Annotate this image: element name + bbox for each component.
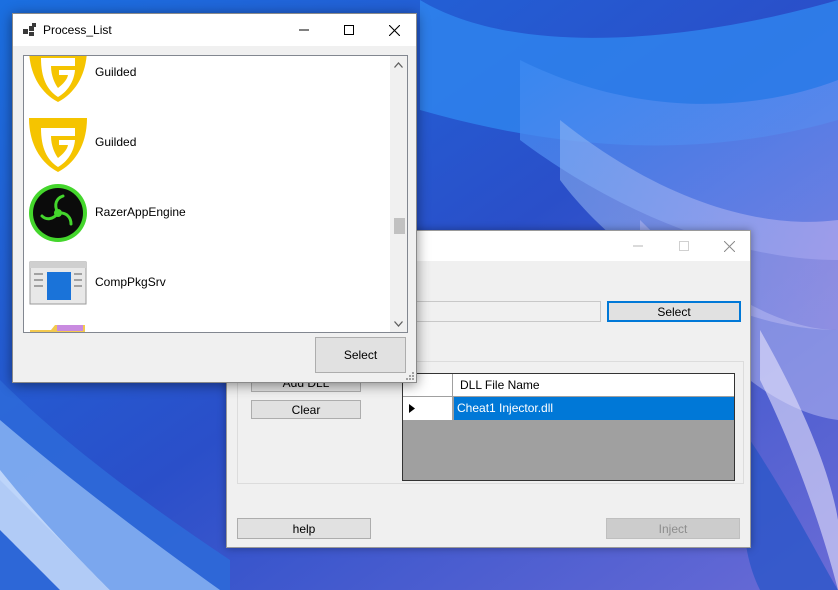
- close-button[interactable]: [706, 231, 752, 261]
- minimize-button[interactable]: [615, 231, 661, 261]
- process-path-textbox[interactable]: [413, 301, 601, 322]
- list-item[interactable]: RazerAppEngine: [24, 177, 388, 247]
- minimize-button[interactable]: [281, 14, 327, 46]
- process-list-title-bar: Process_List: [13, 14, 416, 46]
- vertical-scrollbar[interactable]: [390, 56, 407, 332]
- help-button[interactable]: help: [237, 518, 371, 539]
- app-window-icon: [23, 23, 36, 36]
- maximize-button[interactable]: [661, 231, 707, 261]
- guilded-icon: [29, 56, 87, 102]
- chevron-down-icon: [394, 320, 403, 327]
- maximize-icon: [344, 25, 354, 35]
- dll-grid[interactable]: DLL File Name Cheat1 Injector.dll: [402, 373, 735, 481]
- maximize-icon: [679, 241, 689, 251]
- list-item[interactable]: [24, 317, 388, 332]
- process-name: Guilded: [95, 135, 137, 149]
- current-row-arrow-icon: [409, 404, 415, 413]
- grid-column-header[interactable]: DLL File Name: [460, 378, 540, 392]
- chevron-up-icon: [394, 61, 403, 68]
- window-title: Process_List: [43, 23, 112, 37]
- scroll-thumb[interactable]: [394, 218, 405, 234]
- select-button[interactable]: Select: [315, 337, 406, 373]
- close-button[interactable]: [371, 14, 417, 46]
- inject-button[interactable]: Inject: [606, 518, 740, 539]
- scroll-down-button[interactable]: [390, 315, 407, 332]
- maximize-button[interactable]: [326, 14, 372, 46]
- close-icon: [388, 24, 400, 36]
- process-listbox[interactable]: Guilded Guilded RazerAppEngine CompPkgSr…: [23, 55, 408, 333]
- process-name: CompPkgSrv: [95, 275, 166, 289]
- scroll-up-button[interactable]: [390, 56, 407, 73]
- minimize-icon: [633, 245, 643, 247]
- close-icon: [723, 240, 735, 252]
- process-list-window: Process_List Guilded Guilded RazerAppEng…: [12, 13, 417, 383]
- list-item[interactable]: Guilded: [24, 107, 388, 177]
- process-name: Guilded: [95, 65, 137, 79]
- razer-icon: [29, 184, 87, 242]
- window-app-icon: [29, 261, 87, 305]
- guilded-icon: [29, 118, 87, 172]
- list-item[interactable]: CompPkgSrv: [24, 247, 388, 317]
- row-header[interactable]: [403, 397, 453, 420]
- select-process-button[interactable]: Select: [607, 301, 741, 322]
- list-item[interactable]: Guilded: [24, 56, 388, 107]
- resize-grip-icon[interactable]: [404, 370, 414, 380]
- dll-file-name-cell[interactable]: Cheat1 Injector.dll: [454, 397, 734, 420]
- process-name: RazerAppEngine: [95, 205, 186, 219]
- minimize-icon: [299, 29, 309, 31]
- clear-button[interactable]: Clear: [251, 400, 361, 419]
- table-row[interactable]: Cheat1 Injector.dll: [403, 397, 734, 420]
- grid-header: DLL File Name: [403, 374, 734, 397]
- folder-icon: [30, 325, 85, 332]
